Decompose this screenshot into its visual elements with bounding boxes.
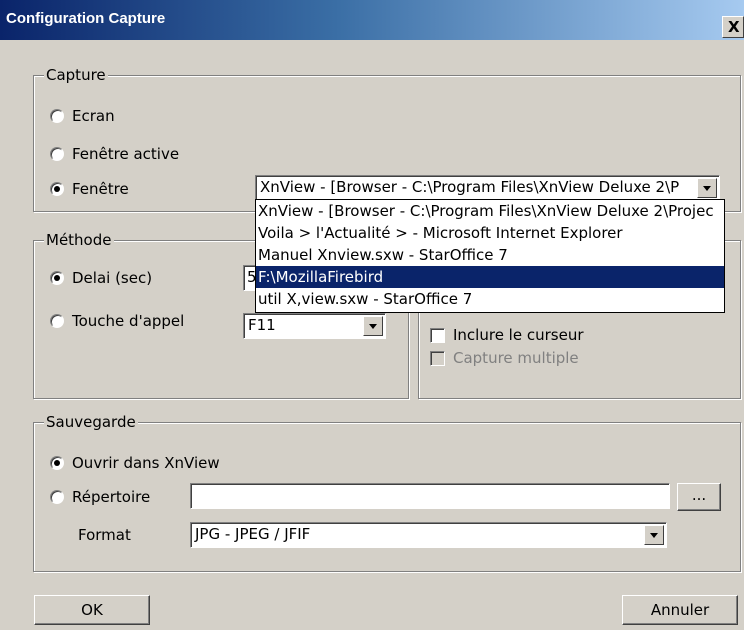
checkbox-icon: [430, 350, 445, 366]
radio-icon: [50, 271, 64, 285]
radio-touche[interactable]: Touche d'appel: [50, 311, 184, 331]
chevron-down-icon[interactable]: [363, 316, 383, 336]
checkbox-icon: [430, 327, 445, 343]
radio-repertoire-label: Répertoire: [72, 488, 151, 506]
close-icon: X: [728, 18, 740, 36]
methode-legend: Méthode: [44, 231, 114, 249]
ok-label: OK: [81, 601, 103, 619]
radio-delai-label: Delai (sec): [72, 269, 153, 287]
radio-touche-label: Touche d'appel: [72, 312, 185, 330]
list-item[interactable]: util X,view.sxw - StarOffice 7: [256, 288, 724, 310]
ok-button[interactable]: OK: [34, 595, 150, 625]
radio-fenetre-active-label: Fenêtre active: [72, 145, 180, 163]
radio-icon: [50, 147, 64, 161]
chevron-down-icon[interactable]: [697, 178, 717, 198]
window-dropdown-value: XnView - [Browser - C:\Program Files\XnV…: [260, 178, 680, 196]
hotkey-value: F11: [248, 316, 276, 334]
radio-ecran[interactable]: Ecran: [50, 106, 115, 126]
title-bar: Configuration Capture X: [0, 0, 744, 40]
list-item[interactable]: Voila > l'Actualité > - Microsoft Intern…: [256, 222, 724, 244]
window-title: Configuration Capture: [6, 10, 166, 27]
radio-ouvrir-label: Ouvrir dans XnView: [72, 454, 220, 472]
radio-fenetre-active[interactable]: Fenêtre active: [50, 144, 179, 164]
cancel-label: Annuler: [650, 601, 710, 619]
window-dropdown-list[interactable]: XnView - [Browser - C:\Program Files\XnV…: [255, 199, 725, 313]
format-label: Format: [78, 526, 131, 544]
cancel-button[interactable]: Annuler: [622, 595, 738, 625]
list-item[interactable]: F:\MozillaFirebird: [256, 266, 724, 288]
chevron-down-icon[interactable]: [644, 525, 664, 545]
radio-icon: [50, 490, 64, 504]
list-item[interactable]: XnView - [Browser - C:\Program Files\XnV…: [256, 200, 724, 222]
multiple-capture-checkbox: Capture multiple: [430, 348, 579, 368]
radio-ecran-label: Ecran: [72, 107, 115, 125]
browse-label: ...: [691, 486, 707, 504]
radio-icon: [50, 182, 64, 196]
sauvegarde-legend: Sauvegarde: [44, 413, 138, 431]
radio-icon: [50, 109, 64, 123]
radio-icon: [50, 456, 64, 470]
radio-delai[interactable]: Delai (sec): [50, 268, 152, 288]
include-cursor-label: Inclure le curseur: [453, 326, 584, 344]
radio-repertoire[interactable]: Répertoire: [50, 487, 150, 507]
radio-icon: [50, 314, 64, 328]
hotkey-dropdown[interactable]: F11: [243, 313, 386, 339]
radio-fenetre[interactable]: Fenêtre: [50, 179, 129, 199]
directory-input[interactable]: [190, 483, 670, 509]
include-cursor-checkbox[interactable]: Inclure le curseur: [430, 325, 584, 345]
list-item[interactable]: Manuel Xnview.sxw - StarOffice 7: [256, 244, 724, 266]
window-dropdown[interactable]: XnView - [Browser - C:\Program Files\XnV…: [255, 175, 720, 201]
radio-ouvrir[interactable]: Ouvrir dans XnView: [50, 453, 220, 473]
browse-button[interactable]: ...: [677, 483, 721, 511]
capture-legend: Capture: [44, 66, 108, 84]
format-dropdown[interactable]: JPG - JPEG / JFIF: [190, 522, 667, 548]
format-value: JPG - JPEG / JFIF: [195, 525, 311, 543]
close-button[interactable]: X: [722, 16, 744, 38]
radio-fenetre-label: Fenêtre: [72, 180, 129, 198]
multiple-capture-label: Capture multiple: [453, 349, 579, 367]
